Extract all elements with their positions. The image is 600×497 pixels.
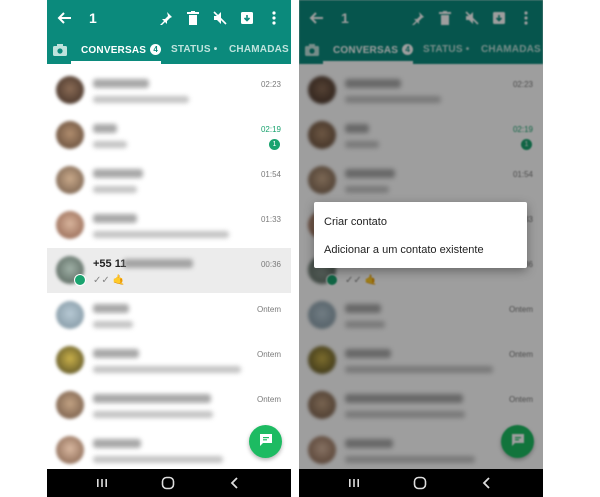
archive-icon[interactable] (233, 9, 260, 27)
selected-count: 1 (89, 10, 97, 26)
new-chat-icon (259, 433, 273, 451)
chat-time: 02:19 (260, 125, 281, 134)
tab-status-label: STATUS (171, 44, 211, 55)
tab-conversas[interactable]: CONVERSAS 4 (81, 44, 162, 56)
pin-icon[interactable] (152, 9, 179, 27)
blurred-contact-name (93, 349, 139, 358)
blurred-message (93, 321, 133, 328)
home-icon[interactable] (412, 475, 428, 491)
avatar (56, 436, 84, 464)
chat-time: 01:54 (260, 170, 281, 179)
chat-row[interactable]: Ontem (47, 383, 291, 428)
status-dot: • (213, 44, 218, 55)
chat-row[interactable]: 02:23 (47, 68, 291, 113)
add-contact-dialog: Criar contato Adicionar a um contato exi… (314, 202, 527, 268)
android-nav-bar (47, 469, 291, 497)
chat-row[interactable]: 01:54 (47, 158, 291, 203)
blurred-message (93, 231, 229, 238)
blurred-contact-name (93, 304, 129, 313)
android-nav-bar (299, 469, 543, 497)
avatar (56, 256, 86, 286)
home-icon[interactable] (160, 475, 176, 491)
blurred-message (93, 141, 127, 148)
unread-count-badge: 1 (269, 139, 280, 150)
delete-icon[interactable] (179, 9, 206, 27)
last-message: ✓✓ 🤙 (93, 275, 125, 286)
blurred-message (93, 366, 241, 373)
avatar (56, 166, 84, 194)
chat-row[interactable]: 01:33 (47, 203, 291, 248)
blurred-contact-name (93, 169, 143, 178)
chat-time: Ontem (256, 350, 281, 359)
nav-back-icon[interactable] (479, 475, 495, 491)
create-contact-option[interactable]: Criar contato (324, 216, 387, 228)
blurred-message (93, 456, 223, 463)
phone-screen-dialog: 1 CONVERSAS 4 STATUS • CHAMADAS 02:23 02… (299, 0, 543, 497)
tab-chamadas[interactable]: CHAMADAS (229, 44, 289, 55)
recents-icon[interactable] (346, 475, 362, 491)
new-chat-button[interactable] (249, 425, 282, 458)
selected-check-icon (74, 274, 86, 286)
avatar (56, 346, 84, 374)
tab-status[interactable]: STATUS • (171, 44, 217, 55)
avatar (56, 121, 84, 149)
add-to-existing-contact-option[interactable]: Adicionar a um contato existente (324, 244, 484, 256)
recents-icon[interactable] (94, 475, 110, 491)
blurred-contact-name (93, 394, 211, 403)
blurred-message (93, 96, 189, 103)
avatar (56, 301, 84, 329)
blurred-contact-name (93, 124, 117, 133)
selection-app-bar: 1 (47, 0, 291, 36)
back-arrow-icon[interactable] (55, 8, 75, 28)
blurred-contact-name (93, 79, 149, 88)
avatar (56, 76, 84, 104)
unread-badge: 4 (150, 44, 162, 55)
avatar (56, 211, 84, 239)
chat-row-selected[interactable]: +55 11 ✓✓ 🤙 00:36 (47, 248, 291, 293)
avatar (56, 391, 84, 419)
more-vert-icon[interactable] (260, 9, 287, 27)
camera-icon[interactable] (53, 43, 67, 56)
chat-row[interactable]: Ontem (47, 338, 291, 383)
blurred-message (93, 411, 213, 418)
chat-time: 01:33 (260, 215, 281, 224)
blurred-contact-name (123, 259, 193, 268)
chat-time: 00:36 (260, 260, 281, 269)
blurred-message (93, 186, 137, 193)
blurred-contact-name (93, 214, 137, 223)
chat-time: Ontem (256, 395, 281, 404)
blurred-contact-name (93, 439, 141, 448)
tab-conversas-label: CONVERSAS (81, 45, 147, 56)
chat-row[interactable]: 02:19 1 (47, 113, 291, 158)
chat-time: 02:23 (260, 80, 281, 89)
contact-number: +55 11 (93, 258, 127, 270)
phone-screen-selection: 1 CONVERSAS 4 STATUS • CHAMADAS 02:23 02:… (47, 0, 291, 497)
nav-back-icon[interactable] (227, 475, 243, 491)
mute-icon[interactable] (206, 9, 233, 27)
chat-time: Ontem (256, 305, 281, 314)
tab-bar: CONVERSAS 4 STATUS • CHAMADAS (47, 36, 291, 64)
chat-row[interactable]: Ontem (47, 293, 291, 338)
chat-list: 02:23 02:19 1 01:54 01:33 +55 11 ✓✓ 🤙 00 (47, 64, 291, 469)
